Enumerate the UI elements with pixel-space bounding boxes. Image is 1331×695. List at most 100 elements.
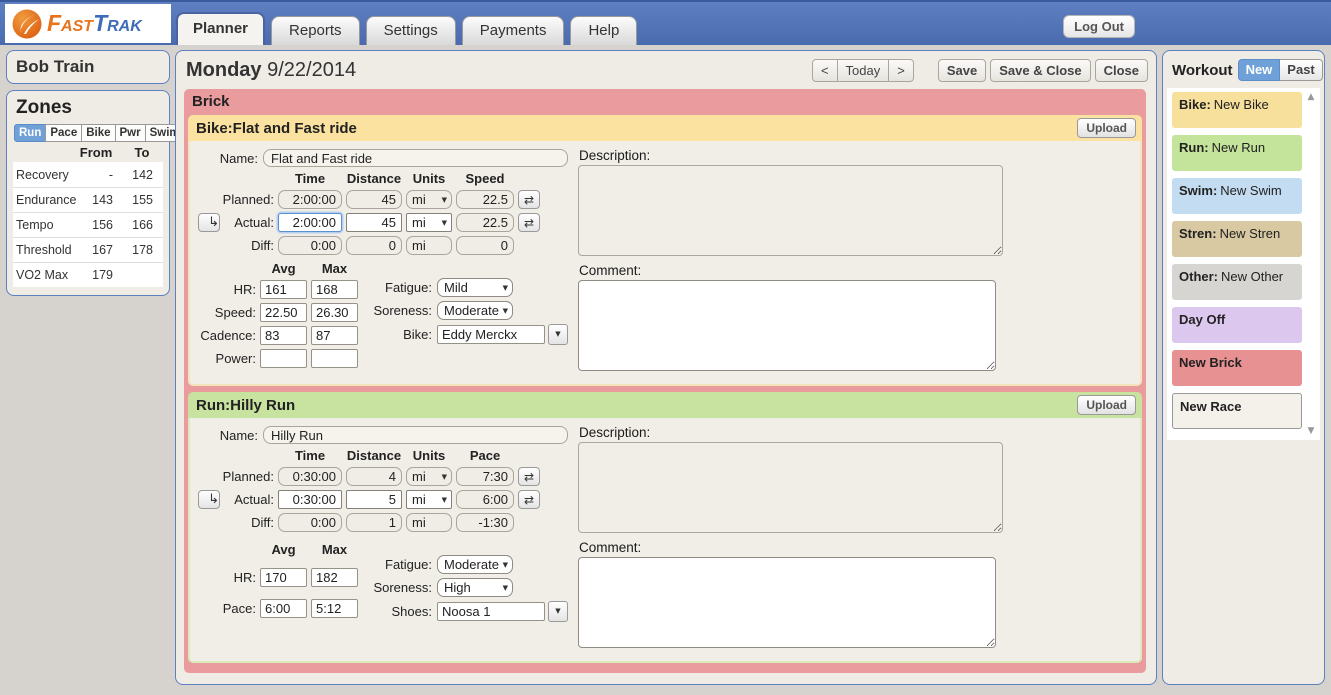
run-soreness-label: Soreness: [368,580,432,595]
chevron-down-icon: ▼ [555,331,560,338]
bike-power-max[interactable] [311,349,358,368]
bike-cadence-max[interactable] [311,326,358,345]
bike-selects: Fatigue: Mild▼ Soreness: Moderate▼ Bike: [368,278,568,368]
workout-template-bike[interactable]: Bike:New Bike [1172,92,1302,128]
logout-button[interactable]: Log Out [1063,15,1135,38]
run-planned-units-select[interactable]: mi▼ [406,467,452,486]
run-actual-units-select[interactable]: mi▼ [406,490,452,509]
tab-reports[interactable]: Reports [271,16,360,45]
run-actual-swap-button[interactable]: ⇄ [518,490,540,509]
run-upload-button[interactable]: Upload [1077,395,1136,415]
bike-speed-avg[interactable] [260,303,307,322]
bike-actual-time[interactable] [278,213,342,232]
run-fields: Name: Time Distance Units Pace Planned: [196,424,568,651]
bike-cadence-avg[interactable] [260,326,307,345]
bike-name-input[interactable] [263,149,568,167]
run-planned-swap-button[interactable]: ⇄ [518,467,540,486]
chevron-down-icon: ▼ [503,584,508,592]
toggle-past[interactable]: Past [1280,59,1322,81]
run-gear-label: Shoes: [368,604,432,619]
save-button[interactable]: Save [938,59,986,82]
next-day-button[interactable]: > [888,59,914,82]
bike-planned-distance [346,190,402,209]
workout-template-brick[interactable]: New Brick [1172,350,1302,386]
run-gear-input[interactable] [437,602,545,621]
save-close-button[interactable]: Save & Close [990,59,1090,82]
swap-icon: ⇄ [524,494,534,506]
bike-actual-units-select[interactable]: mi▼ [406,213,452,232]
bike-copy-planned-button[interactable]: ↳ [198,213,220,232]
workout-template-other[interactable]: Other:New Other [1172,264,1302,300]
zones-tab-pace[interactable]: Pace [45,124,82,142]
workout-library-title: Workout [1172,62,1233,79]
page-title: Monday 9/22/2014 [186,59,356,82]
zones-tab-pwr[interactable]: Pwr [115,124,146,142]
date-value: 9/22/2014 [267,59,356,81]
run-gear-dropdown-button[interactable]: ▼ [548,601,568,622]
bike-power-avg[interactable] [260,349,307,368]
bike-actual-swap-button[interactable]: ⇄ [518,213,540,232]
zone-row-vo2max: VO2 Max 179 [13,262,163,287]
bike-comment-textarea[interactable] [578,280,996,371]
bike-gear-dropdown-button[interactable]: ▼ [548,324,568,345]
toggle-new[interactable]: New [1238,59,1281,81]
zone-row-endurance: Endurance 143 155 [13,187,163,212]
run-name-input[interactable] [263,426,568,444]
bike-metrics-grid: Time Distance Units Speed Planned: mi▼ ⇄ [198,171,568,255]
run-hr-avg[interactable] [260,568,307,587]
bike-planned-swap-button[interactable]: ⇄ [518,190,540,209]
bike-planned-units-select[interactable]: mi▼ [406,190,452,209]
zones-tab-run[interactable]: Run [14,124,46,142]
run-hr-max[interactable] [311,568,358,587]
workout-template-dayoff[interactable]: Day Off [1172,307,1302,343]
bike-upload-button[interactable]: Upload [1077,118,1136,138]
run-soreness-select[interactable]: High▼ [437,578,513,597]
tab-help[interactable]: Help [570,16,637,45]
today-button[interactable]: Today [837,59,890,82]
bike-hr-max[interactable] [311,280,358,299]
bike-hr-avg[interactable] [260,280,307,299]
run-planned-time [278,467,342,486]
scroll-down-icon[interactable]: ▼ [1308,426,1315,436]
bike-power-label: Power: [196,351,256,366]
run-comment-textarea[interactable] [578,557,996,648]
bike-gear-input[interactable] [437,325,545,344]
bike-hr-label: HR: [196,282,256,297]
prev-day-button[interactable]: < [812,59,838,82]
run-pace-avg[interactable] [260,599,307,618]
tab-payments[interactable]: Payments [462,16,565,45]
bike-gear-label: Bike: [368,327,432,342]
bike-card-header: Bike:Flat and Fast ride Upload [188,115,1142,141]
workout-list-scrollbar[interactable]: ▲ ▼ [1304,92,1318,436]
run-card-title: Run:Hilly Run [196,397,295,414]
run-fatigue-select[interactable]: Moderate▼ [437,555,513,574]
workout-template-swim[interactable]: Swim:New Swim [1172,178,1302,214]
close-button[interactable]: Close [1095,59,1148,82]
scroll-up-icon[interactable]: ▲ [1308,92,1315,102]
run-actual-time[interactable] [278,490,342,509]
tab-settings[interactable]: Settings [366,16,456,45]
tab-planner[interactable]: Planner [176,12,265,45]
logo-swirl-icon [11,8,43,40]
brick-title: Brick [188,89,1142,115]
bike-actual-distance[interactable] [346,213,402,232]
zones-tab-bike[interactable]: Bike [81,124,115,142]
workout-template-run[interactable]: Run:New Run [1172,135,1302,171]
bike-speed-max[interactable] [311,303,358,322]
run-copy-planned-button[interactable]: ↳ [198,490,220,509]
run-pace-max[interactable] [311,599,358,618]
bike-text-col: Description: Comment: [578,147,1134,374]
run-diff-label: Diff: [198,515,274,530]
chevron-down-icon: ▼ [442,496,447,504]
page-content: Bob Train Zones Run Pace Bike Pwr Swim F… [0,45,1331,690]
bike-soreness-select[interactable]: Moderate▼ [437,301,513,320]
bike-avg-header: Avg [260,261,307,276]
workout-template-race[interactable]: New Race [1172,393,1302,429]
chevron-down-icon: ▼ [503,307,508,315]
run-fatigue-label: Fatigue: [368,557,432,572]
run-actual-distance[interactable] [346,490,402,509]
chevron-down-icon: ▼ [503,284,508,292]
run-selects: Fatigue: Moderate▼ Soreness: High▼ Shoes… [368,555,568,622]
workout-template-strength[interactable]: Stren:New Stren [1172,221,1302,257]
bike-fatigue-select[interactable]: Mild▼ [437,278,513,297]
